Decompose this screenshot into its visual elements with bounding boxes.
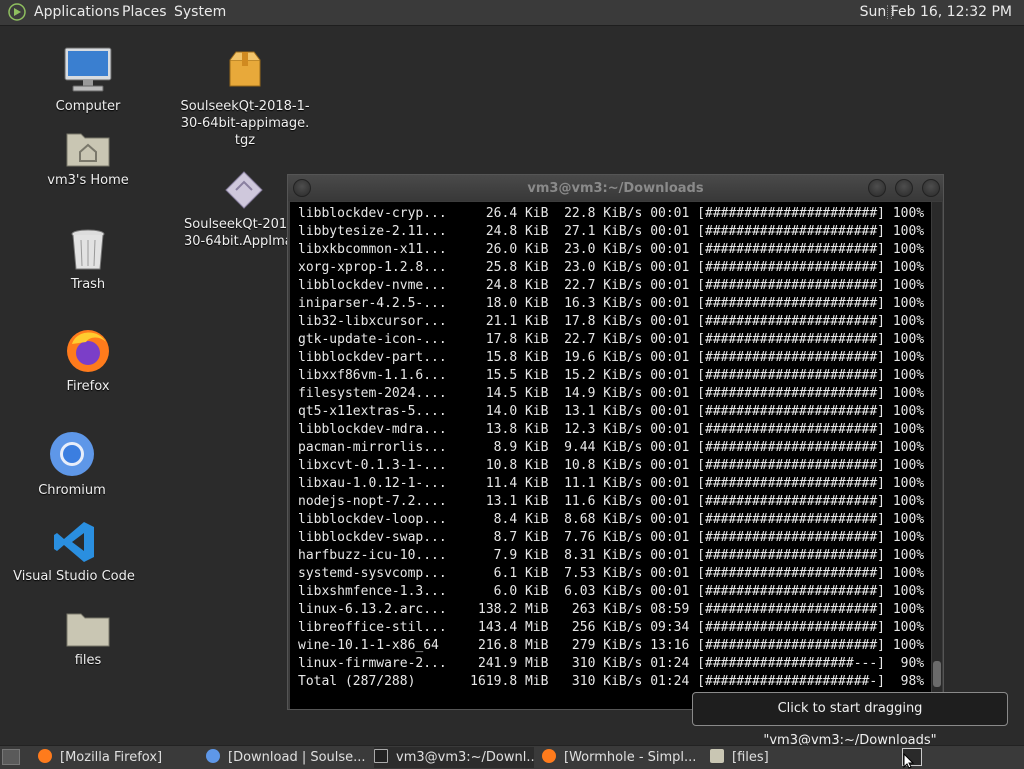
desktop-icon-label: Trash: [70, 277, 106, 292]
mate-logo-icon[interactable]: [8, 3, 26, 21]
terminal-line: libxshmfence-1.3... 6.0 KiB 6.03 KiB/s 0…: [298, 584, 925, 599]
desktop-icon-trash[interactable]: Trash: [38, 228, 138, 293]
folder-icon: [710, 749, 724, 763]
terminal-line: libblockdev-cryp... 26.4 KiB 22.8 KiB/s …: [298, 206, 925, 221]
label-line: 30-64bit.AppIma: [184, 234, 293, 249]
taskbar-item-wormhole[interactable]: [Wormhole - Simpl...: [542, 747, 702, 768]
scrollbar-thumb[interactable]: [933, 661, 941, 687]
taskbar-item-label: [Download | Soulse...: [228, 750, 366, 765]
terminal-line: libxxf86vm-1.1.6... 15.5 KiB 15.2 KiB/s …: [298, 368, 925, 383]
terminal-line: libxcvt-0.1.3-1-... 10.8 KiB 10.8 KiB/s …: [298, 458, 925, 473]
desktop-icon-label: Visual Studio Code: [13, 569, 135, 584]
terminal-icon: [374, 749, 388, 763]
chromium-icon: [206, 749, 220, 763]
terminal-line: linux-6.13.2.arc... 138.2 MiB 263 KiB/s …: [298, 602, 925, 617]
desktop-icon-label: vm3's Home: [47, 173, 129, 188]
terminal-title: vm3@vm3:~/Downloads: [527, 181, 704, 196]
terminal-line: filesystem-2024.... 14.5 KiB 14.9 KiB/s …: [298, 386, 925, 401]
show-desktop-button[interactable]: [2, 749, 20, 765]
label-line: SoulseekQt-2018-1-: [180, 99, 310, 114]
mouse-cursor-icon: [903, 753, 915, 769]
terminal-line: harfbuzz-icu-10.... 7.9 KiB 8.31 KiB/s 0…: [298, 548, 925, 563]
firefox-icon: [542, 749, 556, 763]
desktop-icon-soulseek-tgz[interactable]: SoulseekQt-2018-1- 30-64bit-appimage. tg…: [178, 50, 312, 149]
terminal-line: libblockdev-part... 15.8 KiB 19.6 KiB/s …: [298, 350, 925, 365]
terminal-line: libxkbcommon-x11... 26.0 KiB 23.0 KiB/s …: [298, 242, 925, 257]
close-button[interactable]: [922, 179, 940, 197]
vscode-icon: [54, 522, 94, 562]
desktop-icon-label: SoulseekQt-2018-1- 30-64bit-appimage. tg…: [178, 98, 312, 149]
terminal-line: lib32-libxcursor... 21.1 KiB 17.8 KiB/s …: [298, 314, 925, 329]
taskbar-item-terminal[interactable]: vm3@vm3:~/Downl...: [374, 747, 534, 768]
terminal-line: pacman-mirrorlis... 8.9 KiB 9.44 KiB/s 0…: [298, 440, 925, 455]
taskbar-item-firefox[interactable]: [Mozilla Firefox]: [38, 747, 198, 768]
terminal-output[interactable]: libblockdev-cryp... 26.4 KiB 22.8 KiB/s …: [290, 202, 931, 709]
desktop-icon-label: files: [74, 653, 102, 668]
desktop-icon-files[interactable]: files: [38, 608, 138, 669]
firefox-icon: [67, 330, 109, 372]
firefox-icon: [38, 749, 52, 763]
terminal-line: linux-firmware-2... 241.9 MiB 310 KiB/s …: [298, 656, 925, 671]
label-line: tgz: [234, 133, 256, 148]
terminal-line: systemd-sysvcomp... 6.1 KiB 7.53 KiB/s 0…: [298, 566, 925, 581]
appimage-icon: [225, 171, 263, 209]
archive-icon: [229, 51, 261, 87]
terminal-line: iniparser-4.2.5-... 18.0 KiB 16.3 KiB/s …: [298, 296, 925, 311]
maximize-button[interactable]: [895, 179, 913, 197]
minimize-button[interactable]: [868, 179, 886, 197]
terminal-line: libreoffice-stil... 143.4 MiB 256 KiB/s …: [298, 620, 925, 635]
terminal-line: libblockdev-swap... 8.7 KiB 7.76 KiB/s 0…: [298, 530, 925, 545]
desktop-icon-firefox[interactable]: Firefox: [38, 326, 138, 395]
terminal-line: Total (287/288) 1619.8 MiB 310 KiB/s 01:…: [298, 674, 925, 689]
terminal-line: nodejs-nopt-7.2.... 13.1 KiB 11.6 KiB/s …: [298, 494, 925, 509]
taskbar-item-label: [files]: [732, 750, 769, 765]
clock[interactable]: Sun Feb 16, 12:32 PM: [860, 4, 1012, 20]
terminal-line: qt5-x11extras-5.... 14.0 KiB 13.1 KiB/s …: [298, 404, 925, 419]
terminal-line: libblockdev-nvme... 24.8 KiB 22.7 KiB/s …: [298, 278, 925, 293]
folder-icon: [66, 613, 110, 647]
terminal-titlebar[interactable]: vm3@vm3:~/Downloads: [288, 175, 943, 201]
trash-icon: [71, 229, 105, 270]
taskbar-item-label: [Wormhole - Simpl...: [564, 750, 697, 765]
desktop-icon-vscode[interactable]: Visual Studio Code: [12, 520, 136, 585]
terminal-line: libblockdev-mdra... 13.8 KiB 12.3 KiB/s …: [298, 422, 925, 437]
drag-tooltip: Click to start dragging "vm3@vm3:~/Downl…: [692, 692, 1008, 748]
bottom-panel: [Mozilla Firefox] [Download | Soulse... …: [0, 745, 1024, 769]
taskbar-item-files[interactable]: [files]: [710, 747, 870, 768]
terminal-line: xorg-xprop-1.2.8... 25.8 KiB 23.0 KiB/s …: [298, 260, 925, 275]
label-line: 30-64bit-appimage.: [180, 116, 310, 131]
terminal-line: libblockdev-loop... 8.4 KiB 8.68 KiB/s 0…: [298, 512, 925, 527]
terminal-lines: libblockdev-cryp... 26.4 KiB 22.8 KiB/s …: [298, 205, 924, 691]
terminal-window[interactable]: vm3@vm3:~/Downloads libblockdev-cryp... …: [287, 174, 944, 710]
desktop-icon-computer[interactable]: Computer: [38, 46, 138, 115]
terminal-line: libbytesize-2.11... 24.8 KiB 27.1 KiB/s …: [298, 224, 925, 239]
desktop-icon-label: Chromium: [38, 483, 106, 498]
menu-applications[interactable]: Applications: [34, 4, 120, 20]
menu-system[interactable]: System: [174, 4, 226, 20]
taskbar-item-label: [Mozilla Firefox]: [60, 750, 163, 765]
desktop-icon-label: Computer: [55, 99, 121, 114]
taskbar-item-label: vm3@vm3:~/Downl...: [396, 750, 534, 765]
taskbar-item-soulseek-download[interactable]: [Download | Soulse...: [206, 747, 366, 768]
desktop-icon-chromium[interactable]: Chromium: [22, 430, 122, 499]
label-line: SoulseekQt-2018: [184, 217, 296, 232]
desktop-icon-label: SoulseekQt-2018 30-64bit.AppIma: [184, 216, 296, 250]
chromium-icon: [50, 432, 94, 476]
home-folder-icon: [66, 133, 110, 167]
menu-places[interactable]: Places: [122, 4, 167, 20]
terminal-line: gtk-update-icon-... 17.8 KiB 22.7 KiB/s …: [298, 332, 925, 347]
desktop-icon-soulseek-appimage[interactable]: SoulseekQt-2018 30-64bit.AppIma: [184, 170, 296, 250]
top-panel: Applications Places System Sun Feb 16, 1…: [0, 0, 1024, 26]
terminal-line: libxau-1.0.12-1-... 11.4 KiB 11.1 KiB/s …: [298, 476, 925, 491]
desktop-icon-label: Firefox: [66, 379, 110, 394]
desktop-icon-home[interactable]: vm3's Home: [38, 128, 138, 189]
computer-icon: [64, 47, 112, 92]
terminal-scrollbar[interactable]: [932, 202, 942, 709]
terminal-line: wine-10.1-1-x86_64 216.8 MiB 279 KiB/s 1…: [298, 638, 925, 653]
